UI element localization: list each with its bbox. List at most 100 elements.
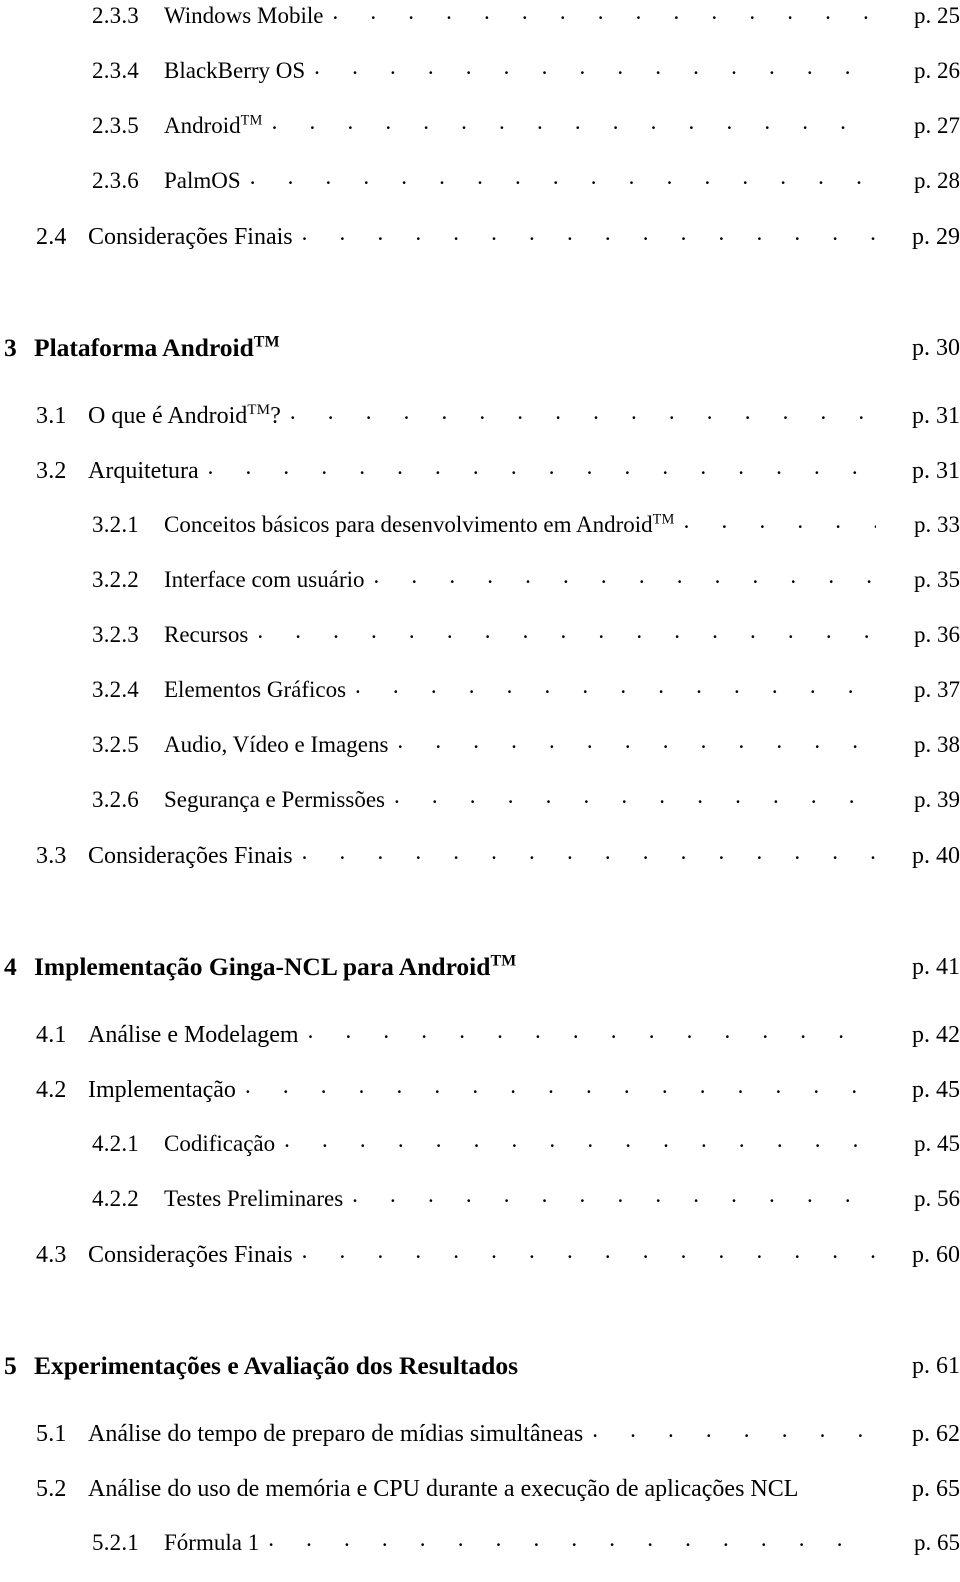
toc-entry-3-2-5[interactable]: 3.2.5 Audio, Vídeo e Imagens p. 38 <box>0 729 960 784</box>
toc-entry-page: p. 31 <box>912 403 960 429</box>
toc-entry-4-2[interactable]: 4.2 Implementação p. 45 <box>0 1073 960 1128</box>
toc-entry-3-2-4[interactable]: 3.2.4 Elementos Gráficos p. 37 <box>0 674 960 729</box>
toc-entry-page: p. 39 <box>914 787 960 812</box>
toc-entry-title: Fórmula 1 <box>164 1530 268 1556</box>
toc-entry-title: AndroidTM <box>164 113 272 139</box>
toc-entry-title: Implementação <box>88 1077 245 1104</box>
dot-leader <box>684 509 876 532</box>
toc-entry-title-text: O que é Android <box>88 403 248 429</box>
toc-entry-title-text: Análise e Modelagem <box>88 1022 299 1048</box>
toc-entry-3-2-6[interactable]: 3.2.6 Segurança e Permissões p. 39 <box>0 784 960 839</box>
toc-entry-page: p. 31 <box>912 458 960 484</box>
dot-leader <box>592 1417 876 1441</box>
trademark-icon: TM <box>253 333 280 351</box>
toc-entry-3-2-3[interactable]: 3.2.3 Recursos p. 36 <box>0 619 960 674</box>
toc-entry-4[interactable]: 4 Implementação Ginga-NCL para AndroidTM p… <box>0 936 960 998</box>
toc-entry-number: 3.2.1 <box>92 512 139 537</box>
toc-entry-title: Audio, Vídeo e Imagens <box>164 732 397 758</box>
toc-entry-2-3-6[interactable]: 2.3.6 PalmOS p. 28 <box>0 165 960 220</box>
toc-entry-number: 4 <box>4 952 17 981</box>
toc-entry-page: p. 41 <box>912 953 960 980</box>
toc-entry-page: p. 36 <box>914 622 960 647</box>
toc-entry-title: Experimentações e Avaliação dos Resultad… <box>34 1351 518 1381</box>
dot-leader <box>284 1128 876 1151</box>
toc-entry-page: p. 33 <box>914 512 960 537</box>
toc-entry-3-2-2[interactable]: 3.2.2 Interface com usuário p. 35 <box>0 564 960 619</box>
dot-leader <box>302 1238 876 1262</box>
dot-leader <box>352 1183 876 1206</box>
toc-entry-title-text: Considerações Finais <box>88 224 293 250</box>
toc-entry-3-2-1[interactable]: 3.2.1 Conceitos básicos para desenvolvime… <box>0 509 960 564</box>
toc-entry-page: p. 26 <box>914 58 960 83</box>
toc-entry-page: p. 56 <box>914 1186 960 1211</box>
toc-entry-number: 5.1 <box>36 1421 67 1447</box>
toc-entry-number: 3.3 <box>36 843 67 869</box>
toc-entry-number: 2.3.6 <box>92 168 139 193</box>
toc-entry-title: Considerações Finais <box>88 1242 302 1269</box>
toc-entry-number: 3.2 <box>36 458 67 484</box>
toc-entry-title-text: Implementação <box>88 1077 236 1103</box>
toc-entry-title: PalmOS <box>164 168 250 194</box>
dot-leader <box>308 1018 876 1042</box>
toc-entry-page: p. 27 <box>914 113 960 138</box>
toc-entry-5-2[interactable]: 5.2 Análise do uso de memória e CPU duran… <box>0 1472 960 1527</box>
toc-entry-page: p. 42 <box>912 1022 960 1048</box>
toc-entry-title-text: Análise do tempo de preparo de mídias si… <box>88 1421 584 1447</box>
toc-entry-5-2-1[interactable]: 5.2.1 Fórmula 1 p. 65 <box>0 1527 960 1582</box>
toc-entry-3-3[interactable]: 3.3 Considerações Finais p. 40 <box>0 839 960 894</box>
dot-leader <box>272 110 876 133</box>
toc-entry-title-text: Codificação <box>164 1131 276 1156</box>
dot-leader <box>280 335 876 361</box>
toc-entry-title-text: Recursos <box>164 622 249 647</box>
toc-entry-title-text: Audio, Vídeo e Imagens <box>164 732 389 757</box>
toc-entry-title-text: Conceitos básicos para desenvolvimento e… <box>164 512 653 537</box>
toc-entry-2-3-4[interactable]: 2.3.4 BlackBerry OS p. 26 <box>0 55 960 110</box>
toc-entry-3-1[interactable]: 3.1 O que é AndroidTM? p. 31 <box>0 399 960 454</box>
toc-entry-title: Conceitos básicos para desenvolvimento e… <box>164 512 684 538</box>
toc-entry-title: Análise do uso de memória e CPU durante … <box>88 1476 807 1503</box>
toc-entry-number: 4.2.1 <box>92 1131 139 1156</box>
dot-leader <box>302 839 876 863</box>
toc-entry-4-1[interactable]: 4.1 Análise e Modelagem p. 42 <box>0 1018 960 1073</box>
dot-leader <box>807 1472 876 1496</box>
toc-entry-page: p. 40 <box>912 843 960 869</box>
toc-entry-4-3[interactable]: 4.3 Considerações Finais p. 60 <box>0 1238 960 1293</box>
toc-entry-number: 3.2.6 <box>92 787 139 812</box>
toc-entry-2-3-3[interactable]: 2.3.3 Windows Mobile p. 25 <box>0 0 960 55</box>
dot-leader <box>257 619 876 642</box>
toc-entry-5[interactable]: 5 Experimentações e Avaliação dos Resulta… <box>0 1335 960 1397</box>
toc-entry-4-2-2[interactable]: 4.2.2 Testes Preliminares p. 56 <box>0 1183 960 1238</box>
toc-entry-2-3-5[interactable]: 2.3.5 AndroidTM p. 27 <box>0 110 960 165</box>
toc-entry-number: 3 <box>4 333 17 362</box>
toc-entry-number: 3.2.3 <box>92 622 139 647</box>
toc-entry-page: p. 30 <box>912 334 960 361</box>
toc-entry-2-4[interactable]: 2.4 Considerações Finais p. 29 <box>0 220 960 275</box>
dot-leader <box>332 0 876 23</box>
toc-entry-3[interactable]: 3 Plataforma AndroidTM p. 30 <box>0 317 960 379</box>
toc-entry-title-suffix: ? <box>270 403 281 429</box>
toc-entry-title-text: Android <box>164 113 241 138</box>
toc-entry-4-2-1[interactable]: 4.2.1 Codificação p. 45 <box>0 1128 960 1183</box>
toc-entry-title-text: Considerações Finais <box>88 1242 293 1268</box>
toc-entry-title: Interface com usuário <box>164 567 374 593</box>
toc-entry-title-text: Análise do uso de memória e CPU durante … <box>88 1476 799 1502</box>
toc-entry-title-text: Experimentações e Avaliação dos Resultad… <box>34 1351 519 1380</box>
toc-entry-title-text: Plataforma Android <box>34 333 254 362</box>
dot-leader <box>245 1073 876 1097</box>
trademark-icon: TM <box>247 402 271 418</box>
toc-entry-title-text: Elementos Gráficos <box>164 677 347 702</box>
toc-entry-3-2[interactable]: 3.2 Arquitetura p. 31 <box>0 454 960 509</box>
toc-entry-page: p. 65 <box>912 1476 960 1502</box>
dot-leader <box>290 399 876 423</box>
toc-entry-5-1[interactable]: 5.1 Análise do tempo de preparo de mídias… <box>0 1417 960 1472</box>
dot-leader <box>314 55 876 78</box>
toc-entry-number: 4.2 <box>36 1077 67 1103</box>
toc-entry-title: Recursos <box>164 622 257 648</box>
dot-leader <box>208 454 876 478</box>
toc-entry-page: p. 61 <box>912 1352 960 1379</box>
toc-entry-title: O que é AndroidTM? <box>88 403 290 430</box>
toc-entry-title: Codificação <box>164 1131 284 1157</box>
toc-entry-number: 5 <box>4 1351 17 1380</box>
toc-entry-page: p. 45 <box>912 1077 960 1103</box>
toc-entry-title: BlackBerry OS <box>164 58 314 84</box>
